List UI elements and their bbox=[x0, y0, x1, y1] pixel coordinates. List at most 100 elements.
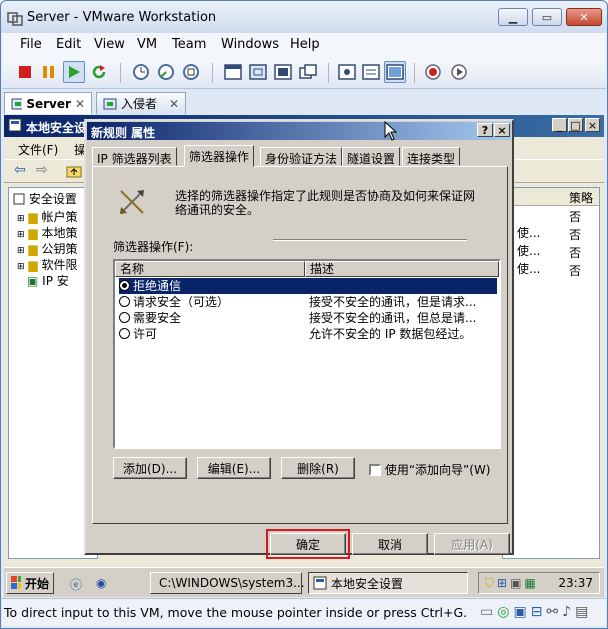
tree-item-pubkey[interactable]: ⊞ ▆ 公钥策 bbox=[17, 240, 77, 257]
up-folder-icon[interactable] bbox=[66, 164, 82, 178]
back-arrow-icon[interactable]: ⇦ bbox=[14, 162, 26, 178]
mmc-maximize-button[interactable]: □ bbox=[568, 118, 583, 132]
tab-auth-methods[interactable]: 身份验证方法 bbox=[260, 147, 343, 166]
tab-filter-action[interactable]: 筛选器操作 bbox=[184, 145, 255, 167]
replay-icon bbox=[451, 64, 467, 80]
dialog-close-button[interactable]: × bbox=[494, 123, 510, 137]
cancel-button[interactable]: 取消 bbox=[352, 533, 428, 555]
rule-properties-dialog: 新规则 属性 ? × IP 筛选器列表 筛选器操作 身份验证方法 隧道设置 连接… bbox=[84, 119, 514, 559]
revert-snapshot-button[interactable] bbox=[155, 61, 177, 83]
close-button[interactable]: ✕ bbox=[566, 8, 602, 26]
menu-help[interactable]: Help bbox=[290, 37, 320, 52]
menu-team[interactable]: Team bbox=[172, 37, 206, 52]
network-icon[interactable]: ⊞ bbox=[497, 576, 507, 590]
power-off-button[interactable] bbox=[14, 61, 36, 83]
filter-action-description: 选择的筛选器操作指定了此规则是否协商及如何来保证网络通讯的安全。 bbox=[175, 189, 476, 217]
ok-button[interactable]: 确定 bbox=[270, 533, 346, 555]
summary-view-button[interactable] bbox=[360, 61, 382, 83]
close-icon[interactable]: ✕ bbox=[169, 97, 179, 111]
cd-rom-icon[interactable]: ◎ bbox=[497, 604, 509, 620]
shield-icon[interactable]: ⛉ bbox=[485, 576, 494, 591]
add-button[interactable]: 添加(D)... bbox=[113, 457, 187, 479]
delete-button[interactable]: 删除(R) bbox=[281, 457, 355, 479]
list-item-require-security[interactable]: 需要安全 接受不安全的通讯，但总是请... bbox=[119, 310, 497, 326]
forward-arrow-icon[interactable]: ⇨ bbox=[36, 162, 48, 178]
column-header-policy[interactable]: 策略 bbox=[569, 189, 593, 206]
view-sidebar-button[interactable] bbox=[222, 61, 244, 83]
toolbar-separator bbox=[212, 63, 213, 83]
appliance-view-button[interactable] bbox=[384, 61, 406, 83]
tab-tunnel-settings[interactable]: 隧道设置 bbox=[342, 147, 401, 166]
edit-button[interactable]: 编辑(E)... bbox=[197, 457, 271, 479]
tree-item-root[interactable]: 安全设置 bbox=[13, 190, 77, 207]
menu-windows[interactable]: Windows bbox=[221, 37, 279, 52]
taskbar-item-cmd[interactable]: C:\WINDOWS\system3... bbox=[150, 572, 305, 594]
tree-item-local[interactable]: ⊞ ▆ 本地策 bbox=[17, 224, 77, 241]
console-view-button[interactable] bbox=[336, 61, 358, 83]
quick-switch-icon bbox=[274, 64, 292, 80]
revert-clock-icon bbox=[158, 64, 174, 80]
dialog-titlebar: 新规则 属性 ? × bbox=[87, 122, 511, 140]
column-header-description[interactable]: 描述 bbox=[305, 261, 499, 277]
use-wizard-label: 使用“添加向导”(W) bbox=[384, 463, 491, 477]
maximize-icon: ▭ bbox=[541, 10, 553, 24]
list-item-permit[interactable]: 许可 允许不安全的 IP 数据包经过。 bbox=[119, 326, 497, 342]
mmc-menu-file[interactable]: 文件(F) bbox=[18, 141, 58, 158]
policy-list: 策略 使... 使... 使... 否 否 否 否 bbox=[502, 187, 600, 559]
toolbar-separator bbox=[414, 63, 415, 83]
sound-icon[interactable]: ♪ bbox=[562, 604, 571, 620]
tab-ip-filter-list[interactable]: IP 筛选器列表 bbox=[92, 147, 177, 166]
lock-icon[interactable]: ▣ bbox=[510, 576, 521, 590]
guest-screen[interactable]: 本地安全设置 _ □ × 文件(F) 操 ⇦ ⇨ 安全设置 ⊞ ▆ 帐户策 ⊞ … bbox=[4, 115, 604, 597]
menu-edit[interactable]: Edit bbox=[56, 37, 81, 52]
taskbar-item-security-settings[interactable]: 本地安全设置 bbox=[308, 572, 468, 594]
view-unity-button[interactable] bbox=[297, 61, 319, 83]
list-item-request-security[interactable]: 请求安全（可选） 接受不安全的通讯，但是请求... bbox=[119, 294, 497, 310]
vm-tabbar: Server ✕ 入侵者 ✕ bbox=[2, 89, 606, 115]
replay-button[interactable] bbox=[448, 61, 470, 83]
reset-button[interactable] bbox=[88, 61, 110, 83]
tree-item-ipsec[interactable]: ▣ IP 安 bbox=[27, 272, 69, 289]
view-quick-switch-button[interactable] bbox=[272, 61, 294, 83]
use-wizard-checkbox[interactable] bbox=[369, 464, 381, 476]
start-button[interactable]: 开始 bbox=[6, 572, 54, 594]
tab-server[interactable]: Server ✕ bbox=[4, 92, 92, 114]
ie-quicklaunch-icon[interactable]: ⓔ bbox=[70, 576, 82, 593]
menu-vm[interactable]: VM bbox=[137, 37, 157, 52]
network-adapter-icon[interactable]: ⊟ bbox=[531, 604, 543, 620]
usb-icon[interactable]: ⚯ bbox=[546, 604, 558, 620]
apply-button[interactable]: 应用(A) bbox=[434, 533, 510, 555]
tab-connection-type[interactable]: 连接类型 bbox=[402, 147, 461, 166]
list-item-block[interactable]: 拒绝通信 bbox=[119, 278, 497, 294]
use-wizard-option[interactable]: 使用“添加向导”(W) bbox=[369, 461, 491, 478]
maximize-button[interactable]: ▭ bbox=[532, 8, 562, 26]
snapshot-button[interactable] bbox=[130, 61, 152, 83]
minimize-button[interactable]: ▁ bbox=[498, 8, 528, 26]
menu-view[interactable]: View bbox=[94, 37, 125, 52]
mouse-cursor-icon bbox=[384, 121, 398, 141]
windows-logo-icon bbox=[11, 576, 21, 589]
tree-item-account[interactable]: ⊞ ▆ 帐户策 bbox=[17, 208, 77, 225]
message-icon[interactable]: ▤ bbox=[575, 604, 588, 620]
hard-disk-icon[interactable]: ▭ bbox=[480, 604, 493, 620]
desktop-quicklaunch-icon[interactable]: ◉ bbox=[96, 576, 106, 590]
close-icon[interactable]: ✕ bbox=[75, 97, 85, 111]
mmc-minimize-button[interactable]: _ bbox=[552, 118, 567, 132]
network-security-icon: ▣ bbox=[27, 274, 39, 288]
record-button[interactable] bbox=[422, 61, 444, 83]
snapshot-manager-button[interactable] bbox=[180, 61, 202, 83]
action-name: 需要安全 bbox=[133, 311, 182, 325]
suspend-button[interactable] bbox=[38, 61, 60, 83]
display-icon[interactable]: ▦ bbox=[524, 576, 535, 590]
help-button[interactable]: ? bbox=[477, 123, 493, 137]
tab-intruder[interactable]: 入侵者 ✕ bbox=[96, 92, 186, 114]
tree-item-software[interactable]: ⊞ ▆ 软件限 bbox=[17, 256, 77, 273]
radio-icon bbox=[119, 328, 130, 339]
view-fullscreen-button[interactable] bbox=[247, 61, 269, 83]
floppy-icon[interactable]: ▣ bbox=[513, 604, 526, 620]
power-on-button[interactable] bbox=[63, 61, 85, 83]
column-header-name[interactable]: 名称 bbox=[115, 261, 305, 277]
filter-action-list[interactable]: 名称 描述 拒绝通信 请求安全（可选） 接受不安全的通讯，但是请求... 需要安… bbox=[113, 259, 501, 449]
mmc-close-button[interactable]: × bbox=[585, 118, 600, 132]
menu-file[interactable]: File bbox=[20, 37, 42, 52]
